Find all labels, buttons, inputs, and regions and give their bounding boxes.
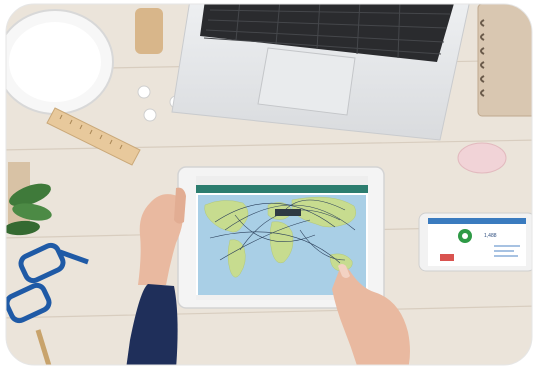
phone-header [428,218,526,224]
app-header [196,185,368,193]
phone-red-tile [440,254,454,261]
desk-illustration: 1,488 [5,3,533,366]
map-tooltip [275,209,301,216]
laptop-trackpad [257,47,356,116]
smartphone: 1,488 [418,212,532,272]
spiral-notebook [477,4,532,117]
mouse [457,142,507,174]
phone-stat-value: 1,488 [484,233,497,239]
desk-lamp [6,9,114,115]
photo-scene: 1,488 [0,0,538,369]
wood-block [135,8,163,54]
browser-bar [196,176,368,185]
